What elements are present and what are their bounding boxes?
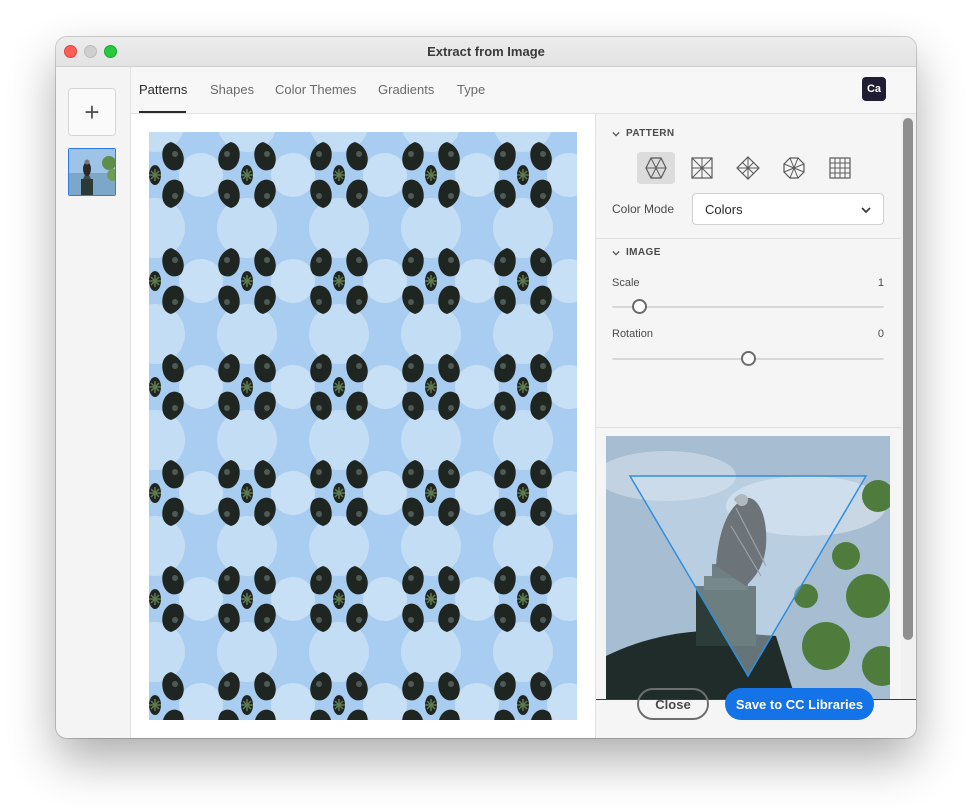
save-to-cc-libraries-button[interactable]: Save to CC Libraries	[725, 688, 874, 720]
color-mode-label: Color Mode	[612, 202, 675, 216]
panel-scrollbar-thumb[interactable]	[903, 118, 913, 640]
chevron-down-icon	[612, 250, 620, 256]
scale-slider-track[interactable]	[612, 306, 884, 308]
scale-slider-thumb[interactable]	[631, 299, 647, 314]
pattern-preview	[149, 132, 577, 720]
tab-patterns[interactable]: Patterns	[139, 82, 187, 97]
pattern-section-title: PATTERN	[626, 128, 675, 139]
window-title: Extract from Image	[427, 44, 545, 59]
octagon-pattern-icon[interactable]	[775, 152, 813, 184]
diamond-pattern-icon[interactable]	[729, 152, 767, 184]
tab-shapes[interactable]: Shapes	[210, 82, 254, 97]
square-pattern-icon[interactable]	[683, 152, 721, 184]
pattern-canvas	[131, 114, 596, 738]
scale-label: Scale	[612, 277, 640, 289]
capture-app-logo: Ca	[862, 77, 886, 101]
color-mode-value: Colors	[705, 202, 743, 217]
source-image-preview[interactable]	[606, 436, 890, 700]
source-image-thumbnail[interactable]	[68, 148, 116, 196]
scale-value: 1	[877, 277, 884, 289]
chevron-down-icon	[612, 131, 620, 137]
pattern-type-group	[637, 152, 859, 184]
rotation-label: Rotation	[612, 328, 653, 340]
rotation-slider-thumb[interactable]	[740, 351, 756, 366]
tab-type[interactable]: Type	[457, 82, 485, 97]
color-mode-select[interactable]: Colors	[692, 193, 884, 225]
image-section-header[interactable]: IMAGE	[612, 247, 661, 258]
rotation-value: 0	[877, 328, 884, 340]
title-bar: Extract from Image	[56, 37, 916, 67]
image-rail: +	[56, 67, 131, 738]
image-section-title: IMAGE	[626, 247, 661, 258]
hexagon-pattern-icon[interactable]	[637, 152, 675, 184]
pattern-section-header[interactable]: PATTERN	[612, 128, 675, 139]
section-divider	[596, 427, 901, 428]
active-tab-indicator	[139, 111, 186, 113]
chevron-down-icon	[861, 207, 871, 214]
properties-panel: PATTERN Color Mode Colors IMAGE Scale 1 …	[596, 114, 916, 738]
grid-pattern-icon[interactable]	[821, 152, 859, 184]
section-divider	[596, 238, 901, 239]
tab-gradients[interactable]: Gradients	[378, 82, 434, 97]
close-button[interactable]: Close	[637, 688, 709, 720]
tab-color-themes[interactable]: Color Themes	[275, 82, 356, 97]
tab-bar: Patterns Shapes Color Themes Gradients T…	[131, 67, 916, 114]
add-image-button[interactable]: +	[68, 88, 116, 136]
extract-dialog: Extract from Image + Patterns Shapes Col…	[56, 37, 916, 738]
